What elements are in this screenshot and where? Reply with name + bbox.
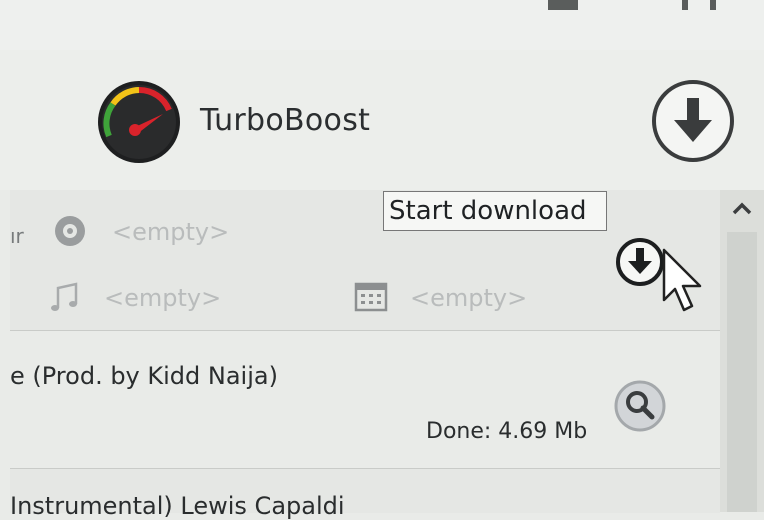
window-control-stub [710,0,716,10]
calendar-icon [354,282,388,312]
date-value: <empty> [410,284,528,312]
window-control-stub [548,0,578,10]
album-value: <empty> [112,218,230,246]
track-title: ır [10,224,24,248]
top-strip [0,0,764,50]
music-note-icon [51,282,78,311]
tooltip: Start download [383,191,607,231]
track-title: e (Prod. by Kidd Naija) [10,362,278,390]
track-title: Instrumental) Lewis Capaldi [10,492,345,520]
download-circle-icon[interactable] [650,78,736,164]
chevron-up-icon[interactable] [729,198,755,220]
window-control-stub [682,0,688,10]
scrollbar-thumb[interactable] [727,232,757,512]
magnifier-icon[interactable] [612,378,668,434]
disc-icon [55,216,85,246]
mouse-pointer-icon [662,248,702,312]
speedometer-logo-icon [98,81,180,163]
artist-value: <empty> [104,284,222,312]
download-status: Done: 4.69 Mb [426,419,588,444]
app-name: TurboBoost [200,103,371,138]
download-circle-icon[interactable] [614,236,666,288]
